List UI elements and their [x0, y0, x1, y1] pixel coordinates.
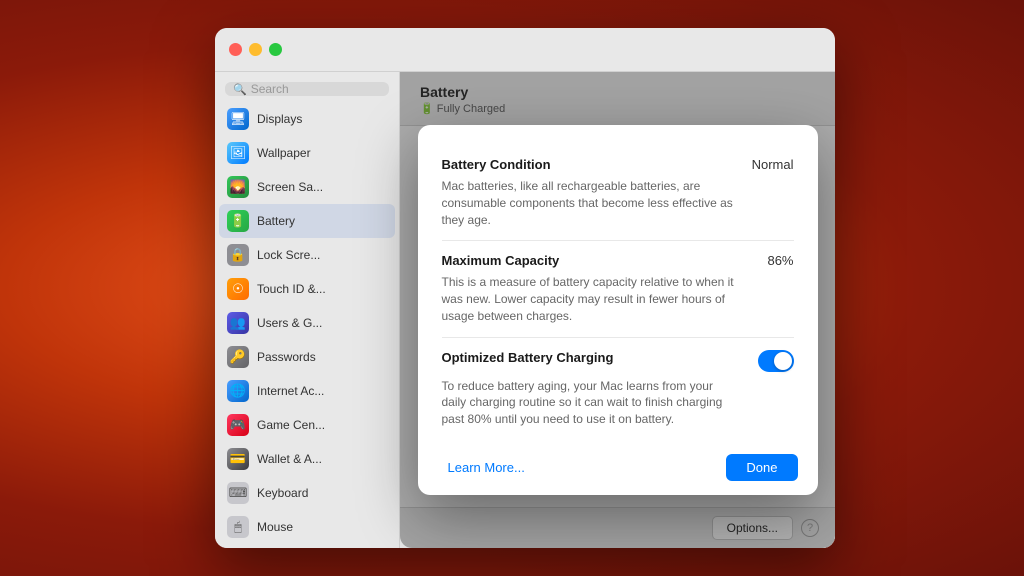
modal-overlay: Battery Condition Normal Mac batteries, … — [400, 72, 835, 548]
mouse-icon: 🖱 — [227, 516, 249, 538]
sidebar-item-lockscreen[interactable]: 🔒 Lock Scre... — [215, 238, 399, 272]
main-window: 🔍 Search 🖥 Displays 🖼 Wallpaper 🌄 Screen… — [215, 28, 835, 548]
done-button[interactable]: Done — [726, 454, 797, 481]
sidebar-item-gamecenter[interactable]: 🎮 Game Cen... — [215, 408, 399, 442]
window-body: 🔍 Search 🖥 Displays 🖼 Wallpaper 🌄 Screen… — [215, 72, 835, 548]
sidebar-item-label: Users & G... — [257, 316, 322, 330]
sidebar-item-label: Game Cen... — [257, 418, 325, 432]
sidebar-item-displays[interactable]: 🖥 Displays — [215, 102, 399, 136]
maximum-capacity-desc: This is a measure of battery capacity re… — [442, 274, 741, 324]
sidebar-item-passwords[interactable]: 🔑 Passwords — [215, 340, 399, 374]
sidebar-item-mouse[interactable]: 🖱 Mouse — [215, 510, 399, 544]
gamecenter-icon: 🎮 — [227, 414, 249, 436]
main-content: Battery 🔋 Fully Charged Battery Health N… — [400, 72, 835, 548]
sidebar-item-label: Wallpaper — [257, 146, 311, 160]
battery-condition-desc: Mac batteries, like all rechargeable bat… — [442, 178, 741, 228]
sidebar-item-label: Internet Ac... — [257, 384, 324, 398]
modal-body: Battery Condition Normal Mac batteries, … — [418, 125, 818, 440]
users-icon: 👥 — [227, 312, 249, 334]
sidebar-item-screensaver[interactable]: 🌄 Screen Sa... — [215, 170, 399, 204]
sidebar-item-label: Battery — [257, 214, 295, 228]
maximum-capacity-section: Maximum Capacity 86% This is a measure o… — [442, 241, 794, 337]
sidebar-item-users[interactable]: 👥 Users & G... — [215, 306, 399, 340]
sidebar-item-internet[interactable]: 🌐 Internet Ac... — [215, 374, 399, 408]
optimized-charging-title: Optimized Battery Charging — [442, 350, 614, 365]
toggle-knob — [774, 352, 792, 370]
screensaver-icon: 🌄 — [227, 176, 249, 198]
search-placeholder: Search — [251, 82, 289, 96]
minimize-button[interactable] — [249, 43, 262, 56]
battery-condition-value: Normal — [752, 157, 794, 172]
close-button[interactable] — [229, 43, 242, 56]
learn-more-button[interactable]: Learn More... — [438, 454, 535, 481]
traffic-lights — [229, 43, 282, 56]
sidebar-item-label: Lock Scre... — [257, 248, 320, 262]
lock-icon: 🔒 — [227, 244, 249, 266]
displays-icon: 🖥 — [227, 108, 249, 130]
sidebar-item-battery[interactable]: 🔋 Battery — [219, 204, 395, 238]
sidebar-item-wallet[interactable]: 💳 Wallet & A... — [215, 442, 399, 476]
sidebar-item-wallpaper[interactable]: 🖼 Wallpaper — [215, 136, 399, 170]
sidebar-item-label: Screen Sa... — [257, 180, 323, 194]
wallet-icon: 💳 — [227, 448, 249, 470]
internet-icon: 🌐 — [227, 380, 249, 402]
sidebar-item-label: Keyboard — [257, 486, 308, 500]
sidebar-item-label: Touch ID &... — [257, 282, 326, 296]
sidebar-item-trackpad[interactable]: ▭ Trackpad — [215, 544, 399, 548]
search-icon: 🔍 — [233, 83, 247, 96]
battery-icon: 🔋 — [227, 210, 249, 232]
battery-condition-section: Battery Condition Normal Mac batteries, … — [442, 145, 794, 241]
optimized-charging-desc: To reduce battery aging, your Mac learns… — [442, 378, 741, 428]
search-bar[interactable]: 🔍 Search — [225, 82, 389, 96]
battery-condition-row: Battery Condition Normal — [442, 157, 794, 172]
optimized-charging-section: Optimized Battery Charging To reduce bat… — [442, 338, 794, 440]
maximum-capacity-value: 86% — [767, 253, 793, 268]
optimized-charging-row: Optimized Battery Charging — [442, 350, 794, 372]
sidebar-item-keyboard[interactable]: ⌨ Keyboard — [215, 476, 399, 510]
keyboard-icon: ⌨ — [227, 482, 249, 504]
title-bar — [215, 28, 835, 72]
modal-footer: Learn More... Done — [418, 440, 818, 495]
desktop: 🔍 Search 🖥 Displays 🖼 Wallpaper 🌄 Screen… — [0, 0, 1024, 576]
battery-condition-title: Battery Condition — [442, 157, 551, 172]
sidebar-item-label: Passwords — [257, 350, 316, 364]
maximize-button[interactable] — [269, 43, 282, 56]
maximum-capacity-row: Maximum Capacity 86% — [442, 253, 794, 268]
optimized-charging-toggle[interactable] — [758, 350, 794, 372]
touchid-icon: ☉ — [227, 278, 249, 300]
passwords-icon: 🔑 — [227, 346, 249, 368]
battery-health-modal: Battery Condition Normal Mac batteries, … — [418, 125, 818, 495]
sidebar-item-label: Mouse — [257, 520, 293, 534]
sidebar-item-label: Displays — [257, 112, 302, 126]
sidebar: 🔍 Search 🖥 Displays 🖼 Wallpaper 🌄 Screen… — [215, 72, 400, 548]
wallpaper-icon: 🖼 — [227, 142, 249, 164]
maximum-capacity-title: Maximum Capacity — [442, 253, 560, 268]
sidebar-item-touchid[interactable]: ☉ Touch ID &... — [215, 272, 399, 306]
sidebar-item-label: Wallet & A... — [257, 452, 322, 466]
